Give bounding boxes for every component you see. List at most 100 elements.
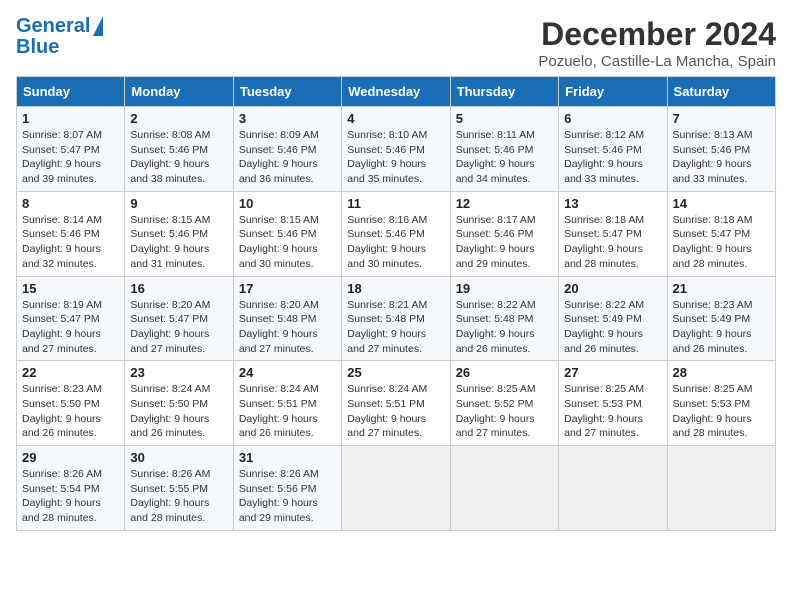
calendar-cell xyxy=(342,446,450,531)
day-number: 4 xyxy=(347,111,444,126)
day-info: Sunrise: 8:10 AMSunset: 5:46 PMDaylight:… xyxy=(347,128,444,187)
day-number: 21 xyxy=(673,281,770,296)
day-info: Sunrise: 8:25 AMSunset: 5:53 PMDaylight:… xyxy=(564,382,661,441)
calendar-cell xyxy=(667,446,775,531)
col-saturday: Saturday xyxy=(667,77,775,107)
page-header: General Blue December 2024 Pozuelo, Cast… xyxy=(16,16,776,70)
day-info: Sunrise: 8:07 AMSunset: 5:47 PMDaylight:… xyxy=(22,128,119,187)
month-title: December 2024 xyxy=(538,16,776,53)
calendar-cell: 5 Sunrise: 8:11 AMSunset: 5:46 PMDaylight… xyxy=(450,107,558,192)
day-info: Sunrise: 8:26 AMSunset: 5:55 PMDaylight:… xyxy=(130,467,227,526)
day-info: Sunrise: 8:23 AMSunset: 5:50 PMDaylight:… xyxy=(22,382,119,441)
calendar-cell: 9 Sunrise: 8:15 AMSunset: 5:46 PMDaylight… xyxy=(125,191,233,276)
logo-text-blue: Blue xyxy=(16,36,59,58)
col-wednesday: Wednesday xyxy=(342,77,450,107)
calendar-table: Sunday Monday Tuesday Wednesday Thursday… xyxy=(16,76,776,531)
day-number: 18 xyxy=(347,281,444,296)
calendar-week-4: 22 Sunrise: 8:23 AMSunset: 5:50 PMDayligh… xyxy=(17,361,776,446)
day-info: Sunrise: 8:17 AMSunset: 5:46 PMDaylight:… xyxy=(456,213,553,272)
calendar-cell: 21 Sunrise: 8:23 AMSunset: 5:49 PMDayligh… xyxy=(667,276,775,361)
calendar-cell: 12 Sunrise: 8:17 AMSunset: 5:46 PMDayligh… xyxy=(450,191,558,276)
col-tuesday: Tuesday xyxy=(233,77,341,107)
day-info: Sunrise: 8:22 AMSunset: 5:49 PMDaylight:… xyxy=(564,298,661,357)
day-info: Sunrise: 8:21 AMSunset: 5:48 PMDaylight:… xyxy=(347,298,444,357)
calendar-cell: 31Sunrise: 8:26 AMSunset: 5:56 PMDayligh… xyxy=(233,446,341,531)
day-number: 25 xyxy=(347,365,444,380)
day-number: 29 xyxy=(22,450,119,465)
day-number: 6 xyxy=(564,111,661,126)
calendar-cell: 8Sunrise: 8:14 AMSunset: 5:46 PMDaylight… xyxy=(17,191,125,276)
day-number: 3 xyxy=(239,111,336,126)
day-info: Sunrise: 8:16 AMSunset: 5:46 PMDaylight:… xyxy=(347,213,444,272)
day-info: Sunrise: 8:24 AMSunset: 5:50 PMDaylight:… xyxy=(130,382,227,441)
col-thursday: Thursday xyxy=(450,77,558,107)
calendar-week-2: 8Sunrise: 8:14 AMSunset: 5:46 PMDaylight… xyxy=(17,191,776,276)
day-number: 11 xyxy=(347,196,444,211)
calendar-cell: 4 Sunrise: 8:10 AMSunset: 5:46 PMDaylight… xyxy=(342,107,450,192)
calendar-cell: 17Sunrise: 8:20 AMSunset: 5:48 PMDayligh… xyxy=(233,276,341,361)
day-number: 27 xyxy=(564,365,661,380)
day-number: 20 xyxy=(564,281,661,296)
calendar-cell: 27 Sunrise: 8:25 AMSunset: 5:53 PMDayligh… xyxy=(559,361,667,446)
day-number: 17 xyxy=(239,281,336,296)
title-block: December 2024 Pozuelo, Castille-La Manch… xyxy=(538,16,776,70)
day-number: 23 xyxy=(130,365,227,380)
day-info: Sunrise: 8:25 AMSunset: 5:53 PMDaylight:… xyxy=(673,382,770,441)
logo: General Blue xyxy=(16,16,103,59)
calendar-header-row: Sunday Monday Tuesday Wednesday Thursday… xyxy=(17,77,776,107)
calendar-cell: 23 Sunrise: 8:24 AMSunset: 5:50 PMDayligh… xyxy=(125,361,233,446)
day-number: 9 xyxy=(130,196,227,211)
calendar-week-1: 1 Sunrise: 8:07 AMSunset: 5:47 PMDaylight… xyxy=(17,107,776,192)
day-number: 31 xyxy=(239,450,336,465)
day-number: 28 xyxy=(673,365,770,380)
day-info: Sunrise: 8:18 AMSunset: 5:47 PMDaylight:… xyxy=(673,213,770,272)
day-info: Sunrise: 8:18 AMSunset: 5:47 PMDaylight:… xyxy=(564,213,661,272)
calendar-cell: 30 Sunrise: 8:26 AMSunset: 5:55 PMDayligh… xyxy=(125,446,233,531)
day-number: 12 xyxy=(456,196,553,211)
day-info: Sunrise: 8:22 AMSunset: 5:48 PMDaylight:… xyxy=(456,298,553,357)
day-info: Sunrise: 8:20 AMSunset: 5:47 PMDaylight:… xyxy=(130,298,227,357)
calendar-cell: 1 Sunrise: 8:07 AMSunset: 5:47 PMDaylight… xyxy=(17,107,125,192)
col-sunday: Sunday xyxy=(17,77,125,107)
day-info: Sunrise: 8:25 AMSunset: 5:52 PMDaylight:… xyxy=(456,382,553,441)
calendar-cell xyxy=(559,446,667,531)
day-info: Sunrise: 8:11 AMSunset: 5:46 PMDaylight:… xyxy=(456,128,553,187)
day-number: 22 xyxy=(22,365,119,380)
calendar-cell: 26 Sunrise: 8:25 AMSunset: 5:52 PMDayligh… xyxy=(450,361,558,446)
day-info: Sunrise: 8:24 AMSunset: 5:51 PMDaylight:… xyxy=(347,382,444,441)
col-monday: Monday xyxy=(125,77,233,107)
calendar-cell: 19 Sunrise: 8:22 AMSunset: 5:48 PMDayligh… xyxy=(450,276,558,361)
calendar-cell: 22 Sunrise: 8:23 AMSunset: 5:50 PMDayligh… xyxy=(17,361,125,446)
day-info: Sunrise: 8:13 AMSunset: 5:46 PMDaylight:… xyxy=(673,128,770,187)
calendar-cell: 24Sunrise: 8:24 AMSunset: 5:51 PMDayligh… xyxy=(233,361,341,446)
calendar-cell: 25 Sunrise: 8:24 AMSunset: 5:51 PMDayligh… xyxy=(342,361,450,446)
day-info: Sunrise: 8:12 AMSunset: 5:46 PMDaylight:… xyxy=(564,128,661,187)
day-number: 13 xyxy=(564,196,661,211)
day-number: 16 xyxy=(130,281,227,296)
day-info: Sunrise: 8:19 AMSunset: 5:47 PMDaylight:… xyxy=(22,298,119,357)
day-number: 15 xyxy=(22,281,119,296)
calendar-cell: 7Sunrise: 8:13 AMSunset: 5:46 PMDaylight… xyxy=(667,107,775,192)
day-number: 26 xyxy=(456,365,553,380)
day-info: Sunrise: 8:15 AMSunset: 5:46 PMDaylight:… xyxy=(239,213,336,272)
col-friday: Friday xyxy=(559,77,667,107)
calendar-cell: 2Sunrise: 8:08 AMSunset: 5:46 PMDaylight… xyxy=(125,107,233,192)
calendar-week-5: 29Sunrise: 8:26 AMSunset: 5:54 PMDayligh… xyxy=(17,446,776,531)
calendar-cell: 11 Sunrise: 8:16 AMSunset: 5:46 PMDayligh… xyxy=(342,191,450,276)
subtitle: Pozuelo, Castille-La Mancha, Spain xyxy=(538,53,776,70)
day-info: Sunrise: 8:09 AMSunset: 5:46 PMDaylight:… xyxy=(239,128,336,187)
day-number: 10 xyxy=(239,196,336,211)
day-info: Sunrise: 8:15 AMSunset: 5:46 PMDaylight:… xyxy=(130,213,227,272)
day-number: 24 xyxy=(239,365,336,380)
day-number: 30 xyxy=(130,450,227,465)
calendar-cell: 3 Sunrise: 8:09 AMSunset: 5:46 PMDaylight… xyxy=(233,107,341,192)
calendar-cell: 29Sunrise: 8:26 AMSunset: 5:54 PMDayligh… xyxy=(17,446,125,531)
calendar-cell xyxy=(450,446,558,531)
day-info: Sunrise: 8:08 AMSunset: 5:46 PMDaylight:… xyxy=(130,128,227,187)
day-number: 19 xyxy=(456,281,553,296)
day-info: Sunrise: 8:23 AMSunset: 5:49 PMDaylight:… xyxy=(673,298,770,357)
calendar-cell: 18 Sunrise: 8:21 AMSunset: 5:48 PMDayligh… xyxy=(342,276,450,361)
day-number: 5 xyxy=(456,111,553,126)
day-number: 8 xyxy=(22,196,119,211)
day-number: 1 xyxy=(22,111,119,126)
